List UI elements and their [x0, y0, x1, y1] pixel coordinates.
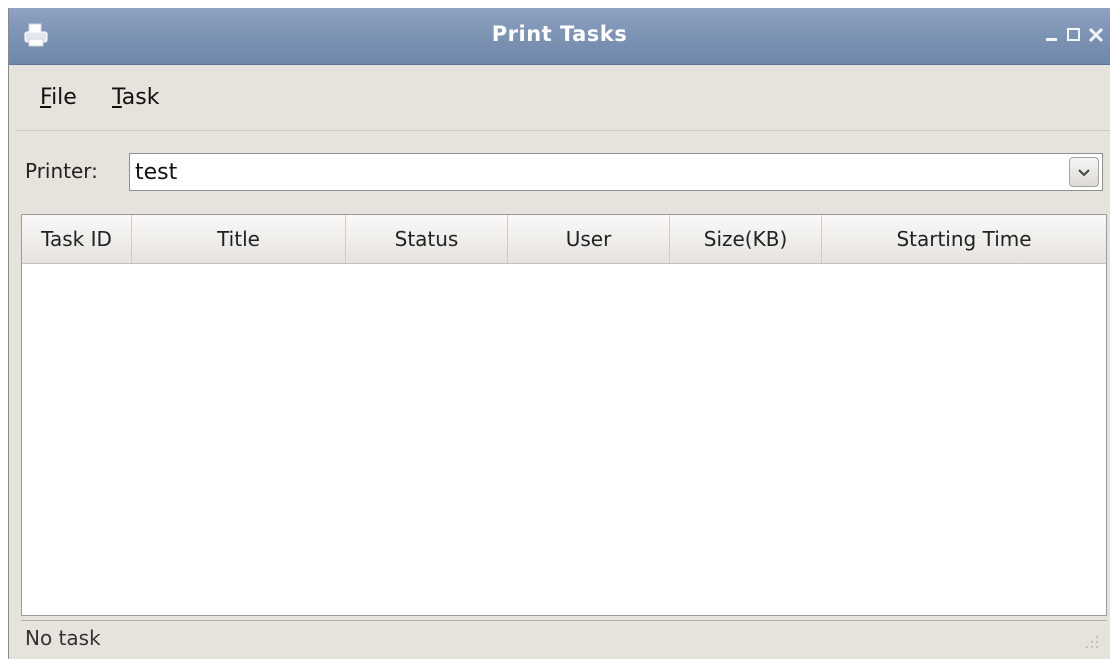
status-bar: No task [21, 620, 1107, 657]
menu-task-label: ask [121, 85, 160, 110]
column-header-task-id[interactable]: Task ID [22, 215, 132, 263]
menu-task[interactable]: Task [112, 85, 159, 110]
resize-grip-icon[interactable] [1081, 633, 1101, 653]
status-text: No task [25, 626, 101, 650]
menu-file-label: ile [51, 85, 77, 110]
column-header-user[interactable]: User [508, 215, 670, 263]
column-header-starting-time[interactable]: Starting Time [822, 215, 1106, 263]
column-header-status[interactable]: Status [346, 215, 508, 263]
printer-input[interactable] [135, 156, 1055, 188]
menu-file[interactable]: File [40, 85, 77, 110]
column-header-title[interactable]: Title [132, 215, 346, 263]
printer-dropdown-button[interactable] [1069, 157, 1099, 187]
maximize-icon[interactable] [1063, 24, 1085, 46]
column-header-size[interactable]: Size(KB) [670, 215, 822, 263]
printer-label: Printer: [25, 159, 98, 183]
chevron-down-icon [1078, 169, 1090, 177]
minimize-icon[interactable] [1041, 24, 1063, 46]
menu-task-mnemonic: T [112, 85, 122, 110]
menu-file-mnemonic: F [40, 85, 52, 110]
menu-bar: File Task [16, 66, 1110, 131]
window-title: Print Tasks [491, 22, 628, 46]
title-bar[interactable]: Print Tasks [9, 8, 1110, 65]
print-tasks-window: Print Tasks File Task Printer: Task ID T… [8, 8, 1110, 659]
printer-combo[interactable] [129, 153, 1103, 191]
task-table[interactable]: Task ID Title Status User Size(KB) Start… [21, 214, 1107, 616]
task-table-header: Task ID Title Status User Size(KB) Start… [22, 215, 1106, 264]
close-icon[interactable] [1085, 24, 1107, 46]
